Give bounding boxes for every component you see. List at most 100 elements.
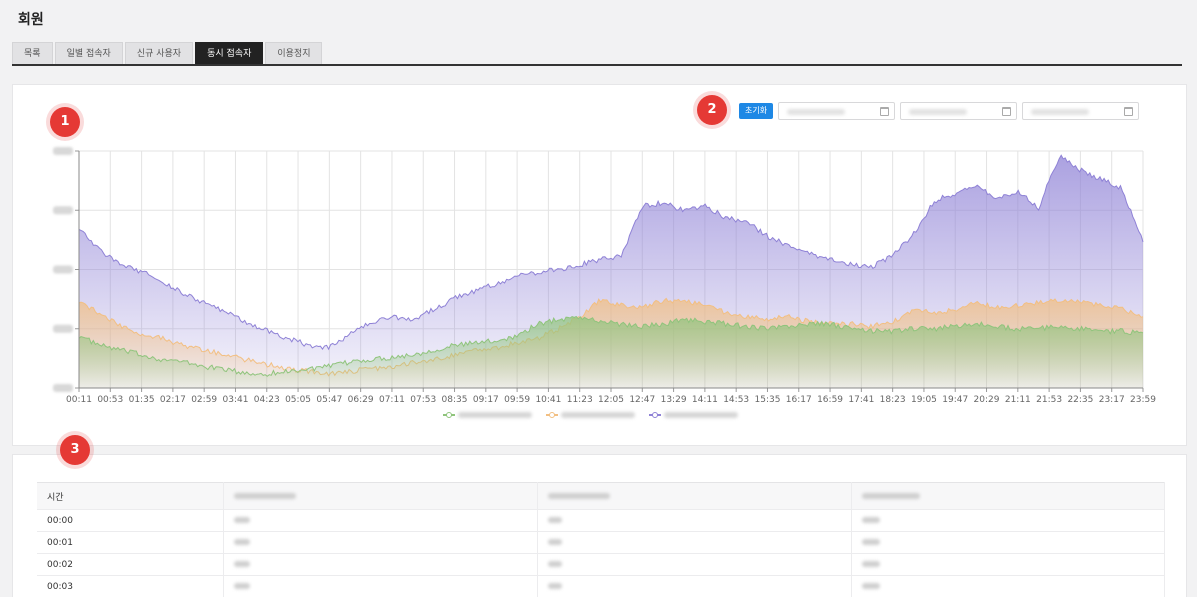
tab-new-users[interactable]: 신규 사용자 xyxy=(124,42,194,64)
x-tick-label: 11:23 xyxy=(567,395,593,405)
x-tick-label: 23:17 xyxy=(1099,395,1125,405)
x-tick-label: 06:29 xyxy=(348,395,374,405)
x-tick-label: 00:11 xyxy=(66,395,92,405)
table-row: 00:00 xyxy=(37,509,1165,532)
legend-marker-icon xyxy=(649,412,661,418)
x-tick-label: 07:53 xyxy=(410,395,436,405)
x-tick-label: 05:47 xyxy=(316,395,342,405)
x-tick-label: 17:41 xyxy=(848,395,874,405)
legend-item-series2[interactable] xyxy=(546,412,635,418)
redacted-value xyxy=(861,539,880,545)
x-tick-label: 16:59 xyxy=(817,395,843,405)
time-cell: 00:00 xyxy=(37,509,224,532)
x-tick-label: 05:05 xyxy=(285,395,311,405)
x-tick-label: 21:11 xyxy=(1005,395,1031,405)
x-tick-label: 07:11 xyxy=(379,395,405,405)
value-cell xyxy=(851,531,1165,554)
redacted-value xyxy=(547,583,562,589)
x-tick-label: 21:53 xyxy=(1036,395,1062,405)
x-tick-label: 04:23 xyxy=(254,395,280,405)
redacted-value xyxy=(547,539,562,545)
x-tick-label: 20:29 xyxy=(974,395,1000,405)
y-tick-label-redacted xyxy=(53,324,73,333)
x-tick-label: 18:23 xyxy=(880,395,906,405)
tab-bar: 목록 일별 접속자 신규 사용자 동시 접속자 이용정지 xyxy=(12,42,1182,66)
redacted-label xyxy=(861,492,920,499)
redacted-value xyxy=(233,539,250,545)
x-tick-label: 14:53 xyxy=(723,395,749,405)
value-cell xyxy=(851,509,1165,532)
value-cell xyxy=(851,553,1165,576)
marker-3: 3 xyxy=(60,435,90,465)
table-row: 00:01 xyxy=(37,531,1165,554)
tab-suspended[interactable]: 이용정지 xyxy=(265,42,323,64)
value-cell xyxy=(223,531,538,554)
column-header xyxy=(851,482,1165,510)
x-tick-label: 23:59 xyxy=(1130,395,1156,405)
x-tick-label: 01:35 xyxy=(129,395,155,405)
column-header-time: 시간 xyxy=(37,482,224,510)
value-cell xyxy=(223,509,538,532)
x-tick-label: 13:29 xyxy=(661,395,687,405)
redacted-label xyxy=(233,492,296,499)
x-tick-label: 09:59 xyxy=(504,395,530,405)
value-cell xyxy=(537,509,852,532)
time-cell: 00:02 xyxy=(37,553,224,576)
redacted-value xyxy=(861,561,880,567)
redacted-value xyxy=(233,561,250,567)
page-title: 회원 xyxy=(18,12,44,28)
x-tick-label: 00:53 xyxy=(97,395,123,405)
legend-marker-icon xyxy=(546,412,558,418)
table-card: 3 시간 00:00 00:01 00:02 00:03 xyxy=(12,435,1187,597)
tab-concurrent-users[interactable]: 동시 접속자 xyxy=(195,42,264,64)
redacted-value xyxy=(233,583,250,589)
x-tick-label: 15:35 xyxy=(755,395,781,405)
y-tick-label-redacted xyxy=(53,147,73,155)
legend-item-series1[interactable] xyxy=(443,412,532,418)
y-tick-label-redacted xyxy=(53,265,73,274)
redacted-label xyxy=(547,492,610,499)
chart-card: 1 2 초기화 00:11 00:53 01:35 02:17 02:59 03:41 04… xyxy=(12,84,1187,446)
value-cell xyxy=(223,575,538,597)
x-tick-label: 22:35 xyxy=(1067,395,1093,405)
value-cell xyxy=(537,531,852,554)
value-cell xyxy=(537,575,852,597)
x-tick-label: 16:17 xyxy=(786,395,812,405)
table-row: 00:03 xyxy=(37,575,1165,597)
tab-daily-visitors[interactable]: 일별 접속자 xyxy=(54,42,123,64)
redacted-value xyxy=(861,517,880,523)
redacted-label xyxy=(561,412,635,418)
x-tick-label: 03:41 xyxy=(223,395,249,405)
concurrent-users-chart: 00:11 00:53 01:35 02:17 02:59 03:41 04:23 05:05… xyxy=(53,147,1156,405)
table-row: 00:02 xyxy=(37,553,1165,576)
legend-item-series3[interactable] xyxy=(649,412,738,418)
time-cell: 00:03 xyxy=(37,575,224,597)
x-tick-label: 10:41 xyxy=(535,395,561,405)
legend-marker-icon xyxy=(443,412,455,418)
y-tick-label-redacted xyxy=(53,384,73,392)
redacted-label xyxy=(664,412,738,418)
redacted-value xyxy=(233,517,250,523)
x-tick-label: 12:05 xyxy=(598,395,624,405)
x-tick-label: 12:47 xyxy=(629,395,655,405)
column-header xyxy=(537,482,852,510)
value-cell xyxy=(223,553,538,576)
time-cell: 00:01 xyxy=(37,531,224,554)
y-tick-label-redacted xyxy=(53,206,73,215)
x-tick-label: 08:35 xyxy=(442,395,468,405)
x-tick-label: 09:17 xyxy=(473,395,499,405)
table-header-row: 시간 xyxy=(37,482,1165,510)
redacted-label xyxy=(458,412,532,418)
redacted-value xyxy=(861,583,880,589)
chart-legend xyxy=(443,412,738,418)
x-tick-label: 19:47 xyxy=(942,395,968,405)
x-tick-label: 02:17 xyxy=(160,395,186,405)
concurrent-users-table: 시간 00:00 00:01 00:02 00:03 xyxy=(37,482,1165,597)
x-tick-label: 14:11 xyxy=(692,395,718,405)
x-tick-label: 19:05 xyxy=(911,395,937,405)
redacted-value xyxy=(547,517,562,523)
x-tick-label: 02:59 xyxy=(191,395,217,405)
value-cell xyxy=(851,575,1165,597)
tab-list[interactable]: 목록 xyxy=(12,42,53,64)
redacted-value xyxy=(547,561,562,567)
